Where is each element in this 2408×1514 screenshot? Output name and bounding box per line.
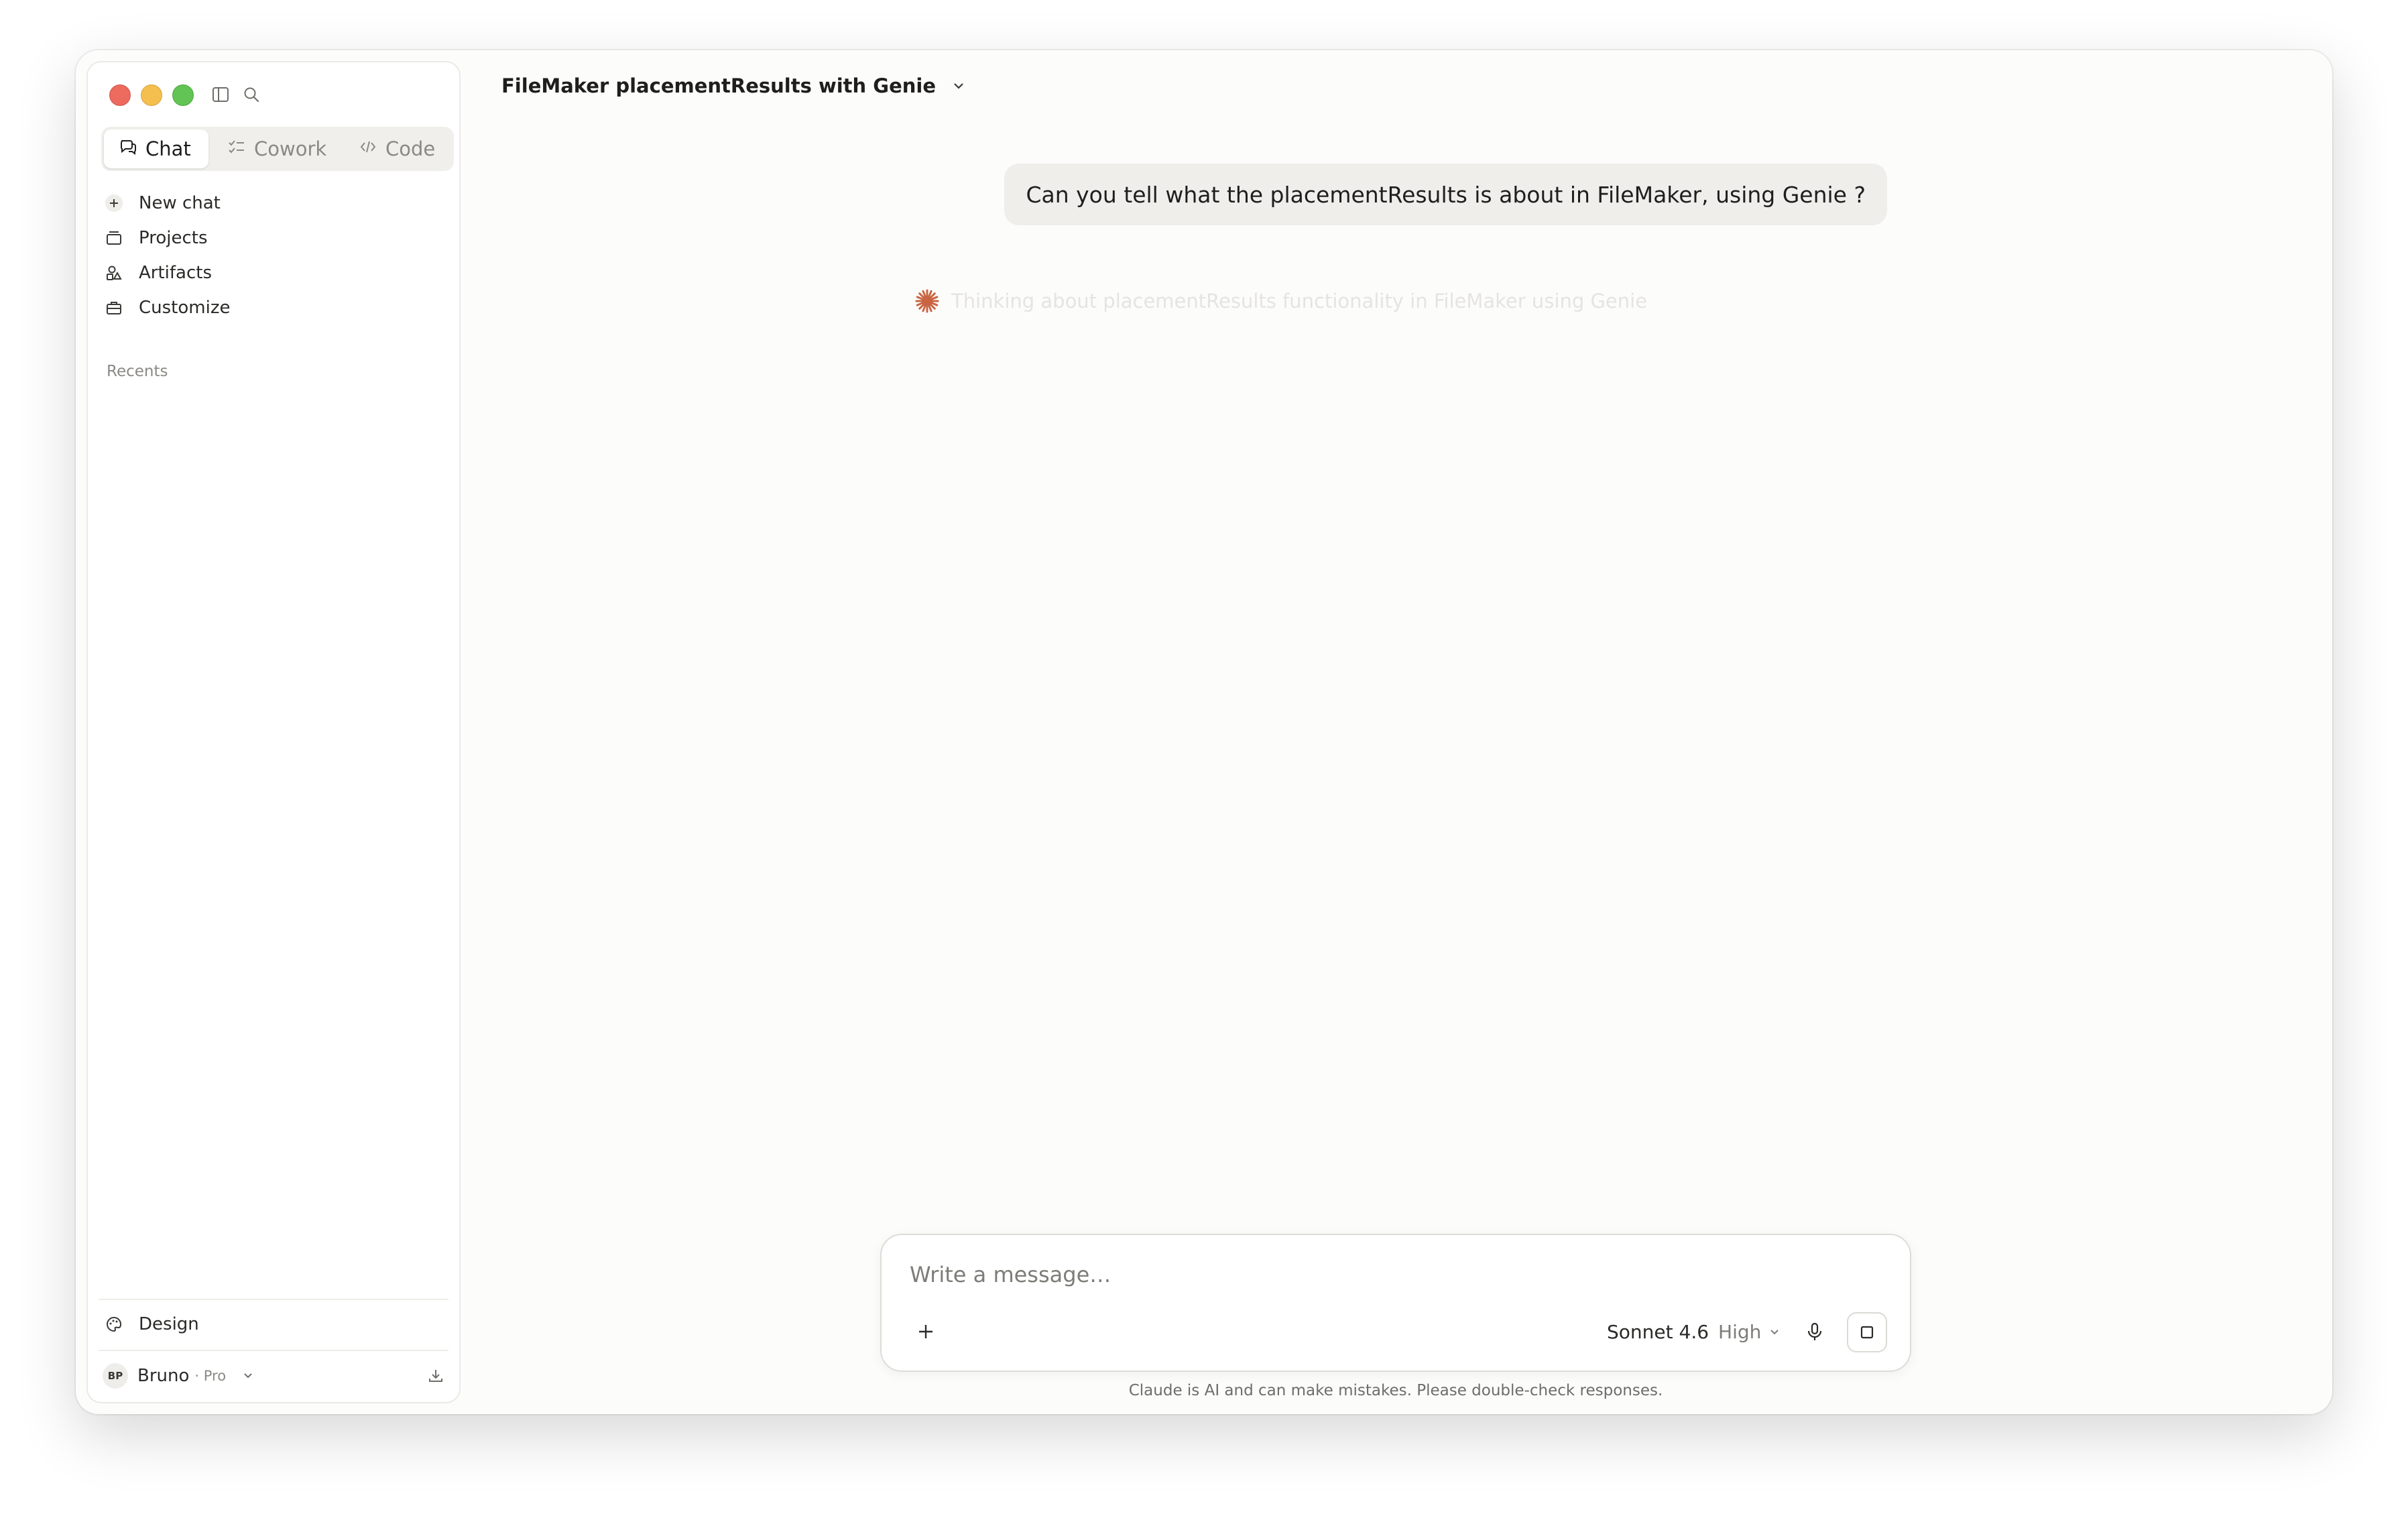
tab-chat[interactable]: Chat	[104, 129, 208, 168]
thinking-indicator: Thinking about placementResults function…	[914, 288, 1647, 314]
voice-input-button[interactable]	[1800, 1317, 1829, 1346]
sidebar-item-label: New chat	[139, 193, 221, 213]
claude-spark-icon	[914, 288, 941, 314]
user-name: Bruno	[137, 1366, 190, 1386]
close-window-button[interactable]	[109, 84, 131, 106]
minimize-window-button[interactable]	[141, 84, 162, 106]
search-icon[interactable]	[239, 82, 263, 107]
message-input[interactable]	[910, 1262, 1848, 1287]
user-message: Can you tell what the placementResults i…	[1004, 164, 1887, 225]
briefcase-icon	[104, 298, 124, 318]
chat-bubbles-icon	[119, 137, 137, 161]
conversation-title[interactable]: FileMaker placementResults with Genie	[501, 69, 967, 103]
artifacts-icon	[104, 263, 124, 283]
chevron-down-icon	[951, 78, 967, 94]
message-composer: Sonnet 4.6 High	[880, 1234, 1911, 1372]
sidebar-item-projects[interactable]: Projects	[104, 222, 208, 254]
chevron-down-icon	[241, 1369, 255, 1383]
model-selector[interactable]: Sonnet 4.6 High	[1607, 1317, 1781, 1346]
user-plan: · Pro	[194, 1368, 227, 1384]
chevron-down-icon	[1768, 1325, 1781, 1338]
palette-icon	[104, 1314, 124, 1334]
divider	[99, 1299, 448, 1300]
download-icon[interactable]	[427, 1367, 444, 1385]
add-attachment-button[interactable]	[911, 1317, 941, 1346]
sidebar-item-label: Projects	[139, 228, 208, 248]
sidebar-item-artifacts[interactable]: Artifacts	[104, 257, 212, 289]
sidebar: Chat Cowork Code New chat Projects Artif…	[86, 61, 461, 1403]
plus-icon	[916, 1322, 936, 1342]
plus-icon	[104, 193, 124, 213]
microphone-icon	[1805, 1322, 1825, 1342]
avatar: BP	[103, 1363, 128, 1389]
sidebar-item-design[interactable]: Design	[104, 1308, 199, 1340]
stop-button[interactable]	[1847, 1312, 1887, 1352]
maximize-window-button[interactable]	[172, 84, 194, 106]
checklist-icon	[227, 137, 246, 161]
code-icon	[359, 137, 377, 161]
thinking-text: Thinking about placementResults function…	[951, 290, 1648, 312]
divider	[99, 1350, 448, 1351]
effort-level: High	[1718, 1320, 1762, 1343]
disclaimer: Claude is AI and can make mistakes. Plea…	[1128, 1382, 1663, 1399]
conversation-title-text: FileMaker placementResults with Genie	[501, 74, 937, 97]
app-window: Chat Cowork Code New chat Projects Artif…	[76, 50, 2332, 1414]
tab-code-label: Code	[385, 137, 436, 160]
tab-cowork-label: Cowork	[254, 137, 327, 160]
tab-chat-label: Chat	[145, 137, 191, 160]
mode-switcher: Chat Cowork Code	[101, 127, 454, 171]
model-name: Sonnet 4.6	[1607, 1320, 1709, 1343]
stop-square-icon	[1859, 1324, 1875, 1340]
sidebar-item-label: Customize	[139, 298, 231, 318]
tab-cowork[interactable]: Cowork	[213, 129, 340, 168]
sidebar-item-label: Artifacts	[139, 263, 213, 283]
sidebar-item-label: Design	[139, 1314, 199, 1334]
folder-icon	[104, 228, 124, 248]
user-menu[interactable]: BP Bruno · Pro	[103, 1360, 444, 1391]
sidebar-toggle-icon[interactable]	[208, 82, 233, 107]
tab-code[interactable]: Code	[344, 129, 451, 168]
sidebar-item-customize[interactable]: Customize	[104, 292, 230, 324]
recents-heading: Recents	[107, 363, 168, 380]
sidebar-item-new-chat[interactable]: New chat	[104, 187, 221, 219]
